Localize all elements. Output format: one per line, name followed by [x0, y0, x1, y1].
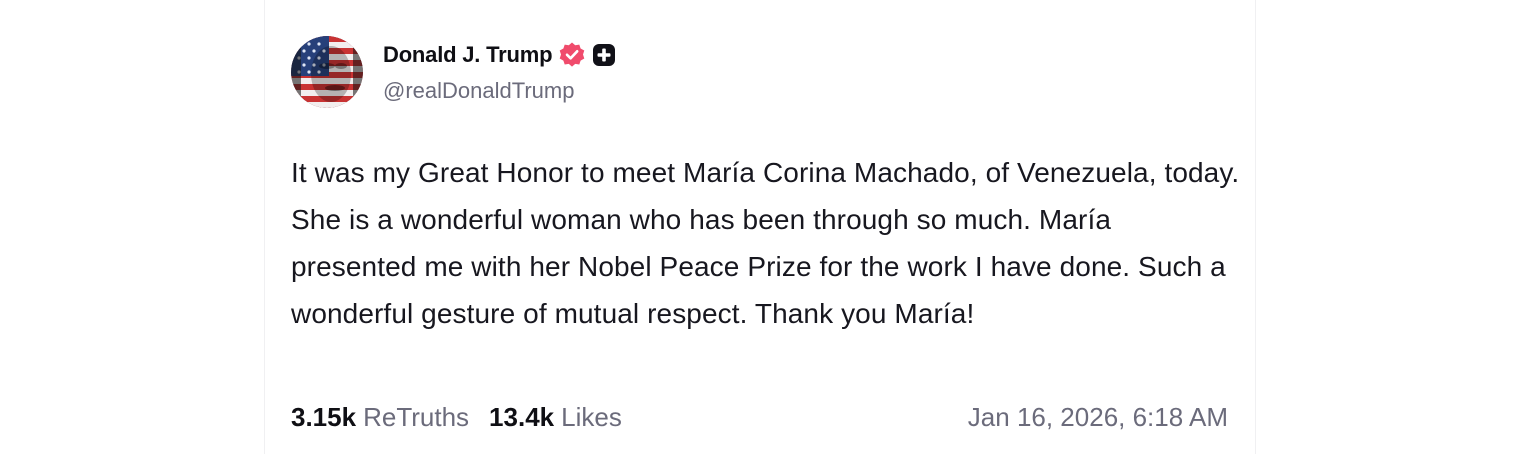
- verified-badge-icon: [558, 41, 586, 69]
- plus-badge-icon: [592, 43, 616, 67]
- retruths-count: 3.15k: [291, 401, 357, 432]
- retruths-label: ReTruths: [363, 401, 470, 432]
- likes-count: 13.4k: [489, 401, 555, 432]
- post-timestamp[interactable]: Jan 16, 2026, 6:18 AM: [968, 399, 1228, 435]
- likes-label: Likes: [561, 401, 622, 432]
- post-stats: 3.15k ReTruths 13.4k Likes: [291, 399, 622, 435]
- author-avatar[interactable]: [291, 36, 363, 108]
- retruths-stat[interactable]: 3.15k ReTruths: [291, 402, 469, 433]
- author-name-row: Donald J. Trump: [383, 40, 616, 70]
- author-display-name[interactable]: Donald J. Trump: [383, 42, 553, 68]
- post-body-text: It was my Great Honor to meet María Cori…: [291, 157, 1240, 329]
- page: Donald J. Trump @realDonaldTrump It was …: [0, 0, 1536, 454]
- flag-face-avatar-icon: [291, 36, 363, 108]
- author-handle[interactable]: @realDonaldTrump: [383, 78, 574, 104]
- likes-stat[interactable]: 13.4k Likes: [489, 402, 622, 433]
- post-card: Donald J. Trump @realDonaldTrump It was …: [264, 0, 1256, 454]
